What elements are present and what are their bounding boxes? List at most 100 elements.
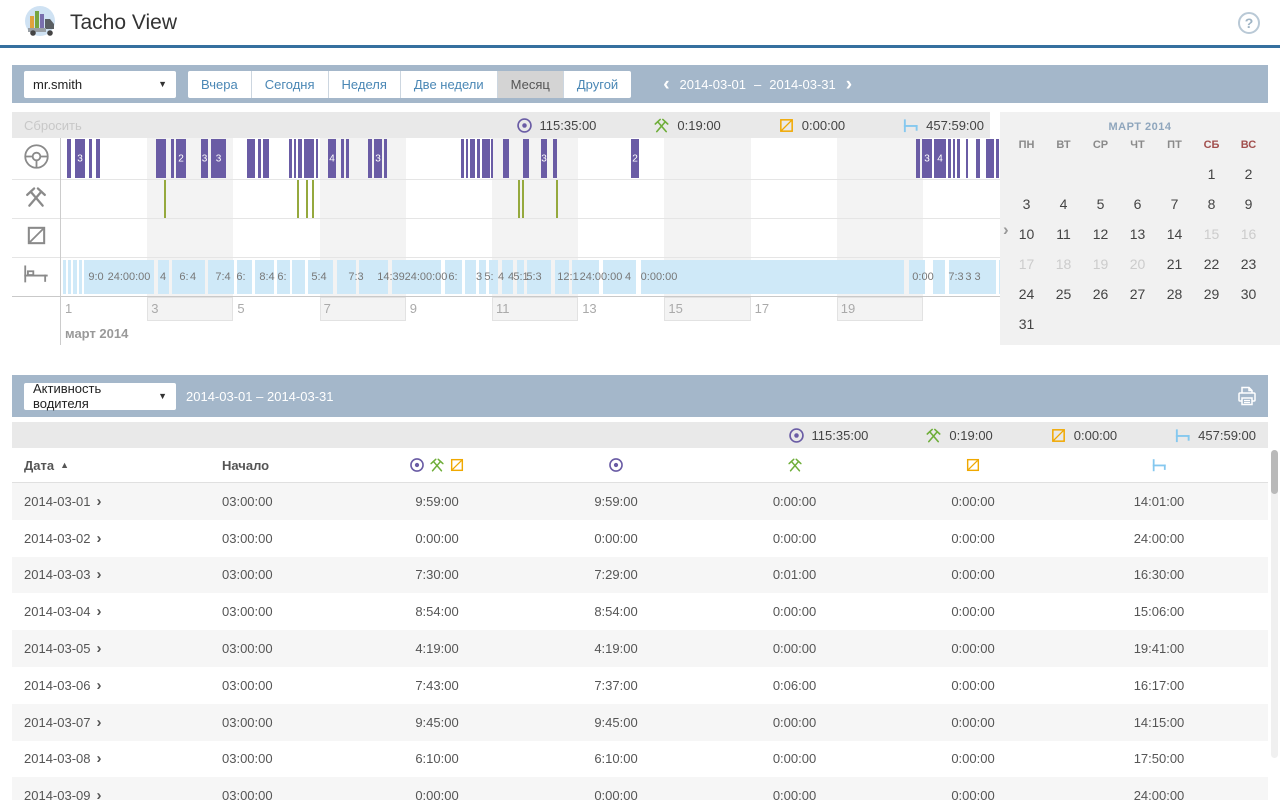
calendar-day[interactable]: 5 — [1082, 189, 1119, 219]
range-button[interactable]: Сегодня — [252, 71, 329, 98]
table-column-header[interactable] — [705, 457, 884, 473]
row-date: 2014-03-06› — [12, 678, 212, 693]
calendar-weekday: ПН — [1008, 139, 1045, 159]
calendar-day[interactable]: 3 — [1008, 189, 1045, 219]
calendar-day[interactable]: 27 — [1119, 279, 1156, 309]
driving-bar — [461, 139, 464, 178]
table-column-header[interactable] — [347, 457, 527, 473]
rest-row-header — [12, 258, 60, 297]
stat-value: 0:00:00 — [1074, 428, 1117, 443]
timeline-axis: 135791113151719 — [61, 297, 1000, 322]
calendar-day[interactable]: 26 — [1082, 279, 1119, 309]
table-header: Дата ▲Начало — [12, 448, 1268, 483]
calendar-day[interactable]: 30 — [1230, 279, 1267, 309]
row-expand-icon[interactable]: › — [97, 715, 102, 730]
calendar-day[interactable]: 24 — [1008, 279, 1045, 309]
row-expand-icon[interactable]: › — [97, 494, 102, 509]
calendar-day[interactable]: 25 — [1045, 279, 1082, 309]
work-icon — [429, 457, 445, 473]
calendar-day[interactable]: 22 — [1193, 249, 1230, 279]
range-button[interactable]: Вчера — [188, 71, 252, 98]
rest-duration-label: 0:00:00 — [641, 271, 678, 283]
table-column-header[interactable] — [1062, 457, 1256, 473]
calendar-day[interactable]: 12 — [1082, 219, 1119, 249]
row-date: 2014-03-01› — [12, 494, 212, 509]
table-row[interactable]: 2014-03-06›03:00:007:43:007:37:000:06:00… — [12, 667, 1268, 704]
table-column-header[interactable] — [527, 457, 705, 473]
row-expand-icon[interactable]: › — [97, 531, 102, 546]
calendar-day[interactable]: 23 — [1230, 249, 1267, 279]
row-expand-icon[interactable]: › — [97, 567, 102, 582]
range-button[interactable]: Неделя — [329, 71, 401, 98]
table-row[interactable]: 2014-03-07›03:00:009:45:009:45:000:00:00… — [12, 704, 1268, 741]
calendar-day[interactable]: 14 — [1156, 219, 1193, 249]
table-row[interactable]: 2014-03-05›03:00:004:19:004:19:000:00:00… — [12, 630, 1268, 667]
rest-total: 457:59:00 — [902, 117, 984, 134]
rest-bar — [933, 260, 945, 294]
report-type-select[interactable]: Активность водителя ▼ — [24, 383, 176, 410]
table-row[interactable]: 2014-03-02›03:00:000:00:000:00:000:00:00… — [12, 520, 1268, 557]
row-expand-icon[interactable]: › — [97, 604, 102, 619]
calendar-expand-icon[interactable]: › — [1003, 220, 1009, 240]
range-button[interactable]: Месяц — [498, 71, 564, 98]
calendar-day[interactable]: 6 — [1119, 189, 1156, 219]
calendar-day[interactable]: 29 — [1193, 279, 1230, 309]
calendar-empty-cell — [1045, 159, 1082, 189]
calendar-day[interactable]: 8 — [1193, 189, 1230, 219]
table-row[interactable]: 2014-03-03›03:00:007:30:007:29:000:01:00… — [12, 557, 1268, 594]
print-button[interactable] — [1236, 385, 1258, 407]
calendar-day[interactable]: 31 — [1008, 309, 1045, 339]
calendar-day: 16 — [1230, 219, 1267, 249]
availability-total: 0:00:00 — [1050, 427, 1117, 444]
calendar-day[interactable]: 28 — [1156, 279, 1193, 309]
calendar-day[interactable]: 11 — [1045, 219, 1082, 249]
calendar-day[interactable]: 13 — [1119, 219, 1156, 249]
row-expand-icon[interactable]: › — [97, 641, 102, 656]
driving-icon — [516, 117, 533, 134]
availability-row-header — [12, 219, 60, 258]
calendar-day[interactable]: 4 — [1045, 189, 1082, 219]
next-period-icon[interactable]: › — [840, 75, 858, 94]
calendar-day[interactable]: 2 — [1230, 159, 1267, 189]
activity-timeline[interactable]: 3233433234 9:024:00:0046:47:46:8:46:5:47… — [60, 138, 1000, 345]
row-value: 03:00:00 — [212, 604, 347, 619]
table-column-header[interactable]: Начало — [212, 458, 347, 473]
scrollbar-thumb[interactable] — [1271, 450, 1278, 494]
calendar-day[interactable]: 10 — [1008, 219, 1045, 249]
table-row[interactable]: 2014-03-01›03:00:009:59:009:59:000:00:00… — [12, 483, 1268, 520]
row-expand-icon[interactable]: › — [97, 678, 102, 693]
calendar-empty-cell — [1119, 309, 1156, 339]
axis-cell — [147, 297, 233, 321]
calendar-day[interactable]: 9 — [1230, 189, 1267, 219]
help-icon[interactable]: ? — [1238, 12, 1260, 34]
row-value: 03:00:00 — [212, 751, 347, 766]
axis-day-label: 9 — [410, 301, 417, 316]
range-button[interactable]: Другой — [564, 71, 631, 98]
table-column-header[interactable] — [884, 457, 1062, 473]
range-button[interactable]: Две недели — [401, 71, 498, 98]
calendar-day[interactable]: 7 — [1156, 189, 1193, 219]
table-scrollbar[interactable] — [1271, 450, 1278, 758]
calendar-empty-cell — [1230, 309, 1267, 339]
table-column-header[interactable]: Дата ▲ — [12, 458, 212, 473]
calendar-empty-cell — [1156, 309, 1193, 339]
table-row[interactable]: 2014-03-04›03:00:008:54:008:54:000:00:00… — [12, 593, 1268, 630]
calendar-day[interactable]: 21 — [1156, 249, 1193, 279]
prev-period-icon[interactable]: ‹ — [657, 75, 675, 94]
calendar-day[interactable]: 1 — [1193, 159, 1230, 189]
row-expand-icon[interactable]: › — [97, 788, 102, 800]
driver-select[interactable]: mr.smith ▼ — [24, 71, 176, 98]
reset-button[interactable]: Сбросить — [24, 118, 82, 133]
row-value: 03:00:00 — [212, 678, 347, 693]
driving-bar — [948, 139, 951, 178]
date-separator: – — [750, 77, 765, 92]
work-icon — [653, 117, 670, 134]
rest-bar — [292, 260, 305, 294]
rest-icon — [1151, 457, 1167, 473]
table-row[interactable]: 2014-03-09›03:00:000:00:000:00:000:00:00… — [12, 777, 1268, 800]
table-row[interactable]: 2014-03-08›03:00:006:10:006:10:000:00:00… — [12, 741, 1268, 778]
driving-bar — [957, 139, 960, 178]
row-expand-icon[interactable]: › — [97, 751, 102, 766]
driving-icon — [608, 457, 624, 473]
rest-duration-label: 4 — [160, 271, 166, 283]
